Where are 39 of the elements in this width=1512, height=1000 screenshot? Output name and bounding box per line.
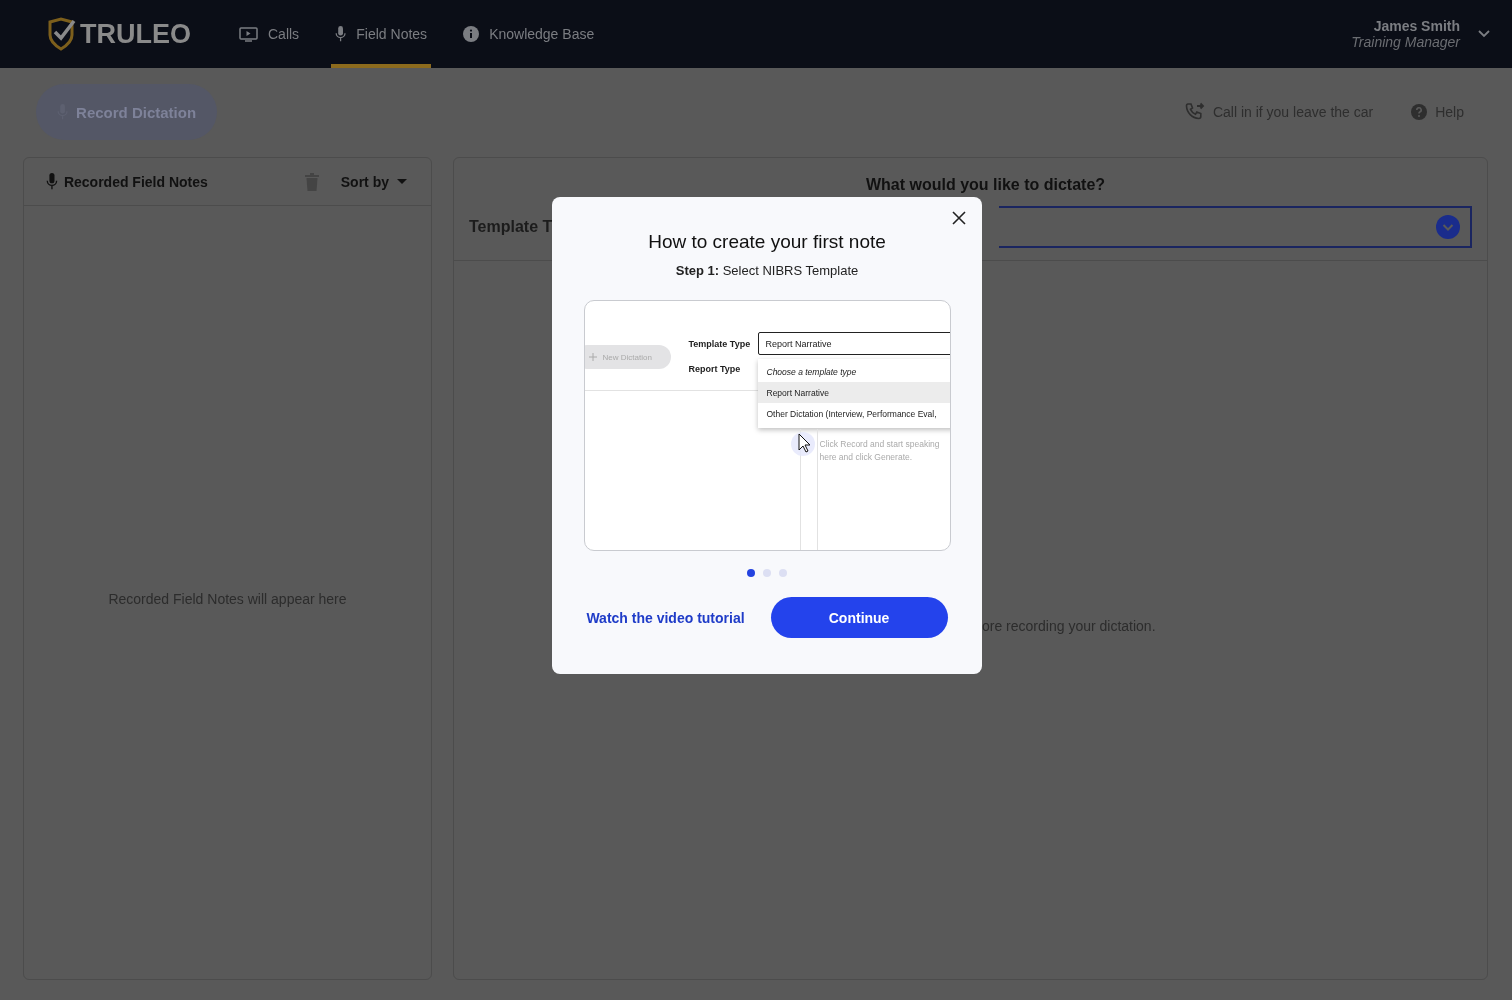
preview-option: Report Narrative xyxy=(757,382,950,403)
preview-option: Choose a template type xyxy=(757,361,950,382)
video-tutorial-link[interactable]: Watch the video tutorial xyxy=(586,609,745,626)
preview-field: Report Narrative xyxy=(757,332,950,355)
info-icon xyxy=(463,26,480,42)
template-type-label: Template T xyxy=(469,218,554,236)
nav-tab[interactable]: Knowledge Base xyxy=(459,0,599,68)
preview-hint: Click Record and start speaking here and click Generate. xyxy=(819,438,941,464)
plus-icon xyxy=(588,353,597,361)
preview-label: Report Type xyxy=(688,364,741,374)
nav-tab[interactable]: Calls xyxy=(235,0,304,68)
shield-check-icon xyxy=(46,17,76,51)
preview-option: Other Dictation (Interview, Performance Eval, xyxy=(757,403,950,424)
chevron-down-icon[interactable] xyxy=(1478,30,1490,38)
cursor-icon xyxy=(789,429,816,457)
template-select[interactable] xyxy=(999,206,1472,248)
mic-icon xyxy=(46,173,58,190)
nav-tab[interactable]: Field Notes xyxy=(331,0,432,68)
dictation-question: What would you like to dictate? xyxy=(865,176,1106,194)
panel-title: Recorded Field Notes xyxy=(63,173,208,190)
screen-icon xyxy=(239,26,258,42)
caret-icon xyxy=(397,179,407,184)
preview-label: Template Type xyxy=(688,339,751,349)
close-button[interactable] xyxy=(950,209,968,227)
help-icon xyxy=(1411,104,1428,120)
close-icon xyxy=(952,211,966,225)
logo-text: TRULEO xyxy=(80,18,191,50)
page-dot[interactable] xyxy=(779,569,787,577)
continue-button[interactable]: Continue xyxy=(770,597,948,638)
page-dot[interactable] xyxy=(763,569,771,577)
user-role: Training Manager xyxy=(1351,34,1460,50)
sort-dropdown[interactable]: Sort by xyxy=(340,173,407,190)
chevron-down-icon xyxy=(1436,215,1460,239)
step-text: Step 1: Select NIBRS Template xyxy=(675,263,859,278)
user-name: James Smith xyxy=(1373,18,1460,34)
phone-forward-icon xyxy=(1184,102,1205,122)
page-dot[interactable] xyxy=(747,569,755,577)
dialog-title: How to create your first note xyxy=(648,231,886,253)
mic-icon xyxy=(335,26,347,42)
